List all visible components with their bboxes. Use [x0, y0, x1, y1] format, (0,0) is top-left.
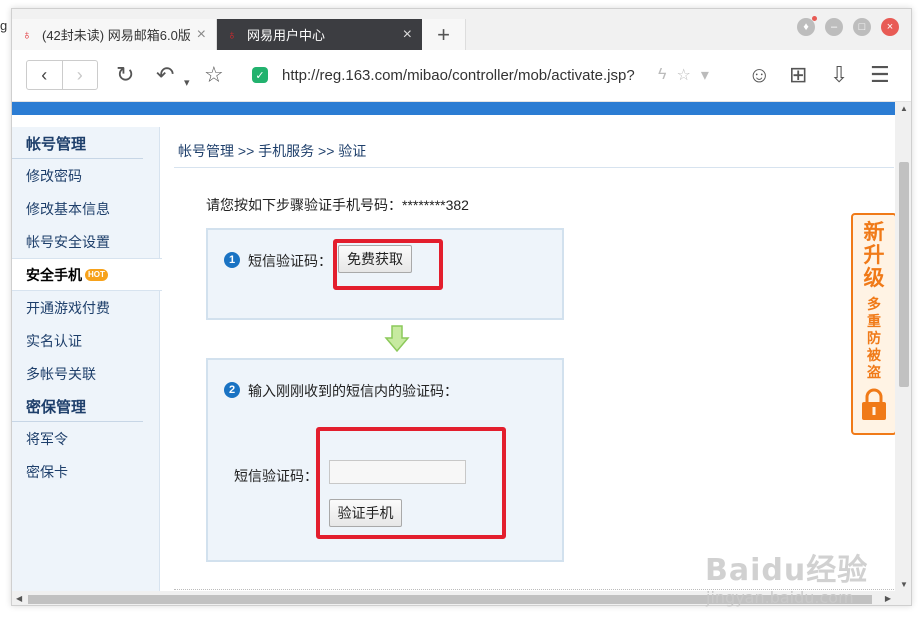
close-tab-icon[interactable]: ×: [403, 26, 412, 44]
sidebar-item-secure-phone[interactable]: 安全手机 HOT: [12, 258, 162, 291]
nav-buttons: ‹ ›: [26, 60, 98, 90]
promo-char: 级: [863, 267, 885, 290]
promo-char: 被: [867, 347, 881, 363]
step-number-2: 2: [224, 382, 240, 398]
download-icon[interactable]: ⇩: [830, 62, 848, 88]
promo-char: 多: [867, 296, 881, 312]
sidebar-item-game-payment[interactable]: 开通游戏付费: [12, 291, 159, 324]
bookmark-star-icon[interactable]: ☆: [204, 62, 224, 88]
undo-icon[interactable]: ↶: [156, 62, 174, 88]
sidebar: 帐号管理 修改密码 修改基本信息 帐号安全设置 安全手机 HOT 开通游戏付费 …: [12, 127, 162, 591]
scroll-down-icon[interactable]: ▼: [900, 580, 908, 589]
tab-mail-title: (42封未读) 网易邮箱6.0版: [42, 28, 191, 43]
lock-icon: [862, 388, 886, 420]
sidebar-item-label: 安全手机: [26, 266, 82, 283]
toolbar: ‹ › ↻ ↶ ▾ ☆ ✓ http://reg.163.com/mibao/c…: [12, 50, 911, 102]
maximize-icon[interactable]: □: [853, 18, 871, 36]
page-content: 帐号管理 修改密码 修改基本信息 帐号安全设置 安全手机 HOT 开通游戏付费 …: [12, 115, 895, 591]
sidebar-item-change-password[interactable]: 修改密码: [12, 159, 159, 192]
menu-icon[interactable]: ☰: [870, 62, 890, 88]
step-number-1: 1: [224, 252, 240, 268]
scroll-left-icon[interactable]: ◀: [16, 594, 22, 603]
highlight-box: [333, 239, 443, 290]
sidebar-item-token[interactable]: 将军令: [12, 422, 159, 455]
promo-char: 盗: [867, 364, 881, 380]
tab-mail[interactable]: ♁ (42封未读) 网易邮箱6.0版 ×: [12, 19, 217, 50]
breadcrumb[interactable]: 帐号管理 >> 手机服务 >> 验证: [178, 141, 366, 161]
chat-icon[interactable]: ☺: [748, 62, 770, 88]
watermark-logo: Baidu经验: [705, 553, 869, 588]
sidebar-group-account: 帐号管理: [12, 127, 143, 159]
promo-char: 重: [867, 313, 881, 329]
address-dropdown-icon[interactable]: ▾: [701, 65, 709, 85]
highlight-box: [316, 427, 506, 539]
step1-label: 短信验证码：: [248, 253, 332, 269]
sidebar-item-security-card[interactable]: 密保卡: [12, 455, 159, 488]
skin-icon[interactable]: ♦: [797, 16, 817, 36]
vertical-scrollbar[interactable]: ▲ ▼: [895, 102, 911, 591]
close-window-icon[interactable]: ×: [881, 18, 899, 36]
step2-label: 输入刚刚收到的短信内的验证码：: [248, 383, 458, 399]
hot-badge: HOT: [85, 268, 108, 281]
extensions-icon[interactable]: ⊞: [789, 62, 807, 88]
163-icon: ♁: [22, 26, 32, 42]
forward-icon[interactable]: ›: [61, 61, 98, 89]
scroll-right-icon[interactable]: ▶: [885, 594, 891, 603]
sidebar-item-realname[interactable]: 实名认证: [12, 324, 159, 357]
upgrade-promo[interactable]: 新 升 级 多 重 防 被 盗: [851, 213, 895, 435]
address-bar[interactable]: ✓ http://reg.163.com/mibao/controller/mo…: [252, 60, 722, 90]
favorite-icon[interactable]: ☆: [676, 65, 690, 85]
secure-shield-icon: ✓: [252, 67, 268, 83]
tab-bar: ♁ (42封未读) 网易邮箱6.0版 × ♁ 网易用户中心 × + ♦ – □ …: [12, 9, 911, 50]
reload-icon[interactable]: ↻: [116, 62, 134, 88]
minimize-icon[interactable]: –: [825, 18, 843, 36]
promo-subtext: 多 重 防 被 盗: [867, 296, 881, 381]
lightning-icon[interactable]: ϟ: [658, 66, 666, 84]
divider: [174, 167, 894, 168]
163-icon: ♁: [227, 26, 237, 42]
url-text[interactable]: http://reg.163.com/mibao/controller/mob/…: [282, 67, 648, 84]
back-icon[interactable]: ‹: [27, 61, 62, 89]
intro-text: 请您按如下步骤验证手机号码：********382: [206, 197, 469, 213]
sms-code-label: 短信验证码：: [234, 468, 318, 484]
scroll-thumb[interactable]: [899, 162, 909, 387]
promo-char: 新: [863, 221, 885, 244]
site-header-strip: [12, 102, 895, 115]
scroll-up-icon[interactable]: ▲: [900, 104, 908, 113]
promo-char: 升: [863, 244, 885, 267]
clipped-text: g: [0, 18, 8, 33]
browser-window: ♁ (42封未读) 网易邮箱6.0版 × ♁ 网易用户中心 × + ♦ – □ …: [11, 8, 912, 606]
close-tab-icon[interactable]: ×: [197, 26, 206, 44]
sidebar-item-security-settings[interactable]: 帐号安全设置: [12, 225, 159, 258]
window-controls: ♦ – □ ×: [797, 16, 899, 36]
promo-char: 防: [867, 330, 881, 346]
tab-user-center[interactable]: ♁ 网易用户中心 ×: [217, 19, 422, 50]
sidebar-group-security: 密保管理: [12, 390, 143, 422]
sidebar-item-multi-account[interactable]: 多帐号关联: [12, 357, 159, 390]
tab-user-center-title: 网易用户中心: [247, 28, 326, 43]
arrow-down-icon: [384, 325, 410, 353]
main-panel: 帐号管理 >> 手机服务 >> 验证 请您按如下步骤验证手机号码：*******…: [174, 127, 895, 591]
undo-dropdown-icon[interactable]: ▾: [184, 70, 190, 96]
sidebar-item-basic-info[interactable]: 修改基本信息: [12, 192, 159, 225]
new-tab-button[interactable]: +: [422, 19, 466, 50]
scroll-corner: [895, 591, 911, 605]
watermark-site: jingyan.baidu.com: [706, 588, 854, 607]
